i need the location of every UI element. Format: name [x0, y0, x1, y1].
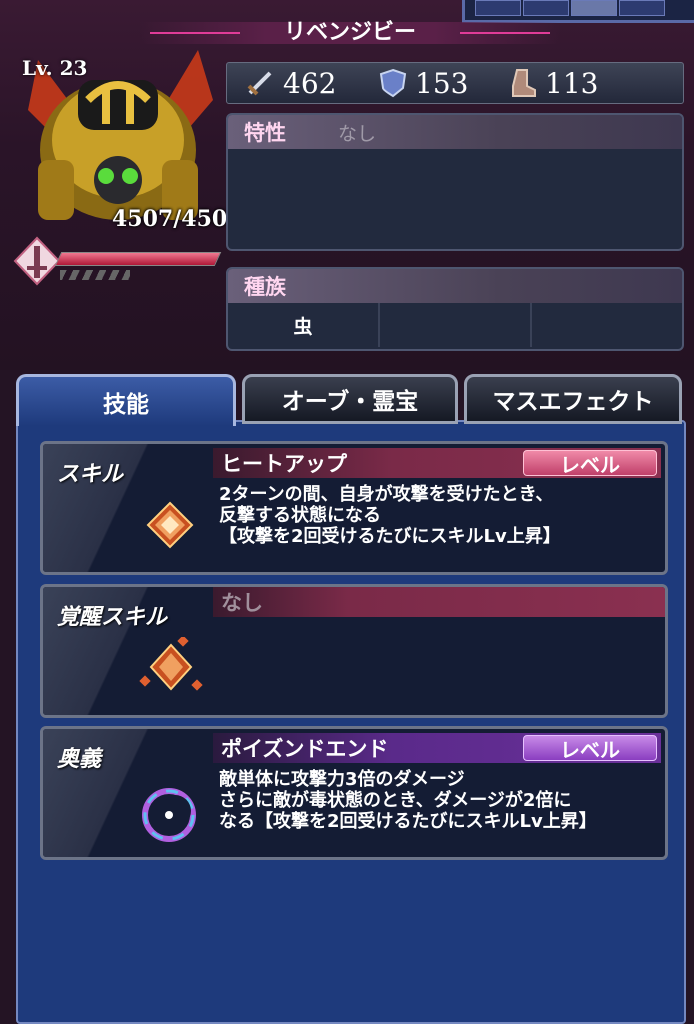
attack-value: 462	[283, 66, 337, 100]
trait-label: 特性	[244, 121, 286, 145]
sub-gauge	[60, 270, 130, 280]
shield-icon	[379, 68, 407, 98]
stats-bar: 462 153 113	[226, 62, 684, 104]
awaken-skill-name: なし	[213, 587, 665, 617]
sword-type-icon	[13, 236, 61, 286]
skill-name-text: ヒートアップ	[221, 452, 347, 476]
awaken-kind-label: 覚醒スキル	[57, 605, 168, 630]
monster-level: Lv. 23	[22, 56, 88, 80]
hp-bar	[54, 252, 222, 266]
top-menu-strip[interactable]	[462, 0, 694, 23]
skill-card[interactable]: スキル ヒートアップ レベル 2ターンの間、自身が攻撃を受けたとき、 反撃する状…	[40, 441, 668, 575]
hp-value: 4507/4507	[112, 206, 243, 232]
ultimate-kind-label: 奥義	[57, 747, 102, 772]
awaken-gem-icon	[139, 637, 203, 691]
skill-kind-label: スキル	[57, 462, 124, 487]
defense-stat: 153	[379, 66, 469, 100]
skill-description: 2ターンの間、自身が攻撃を受けたとき、 反撃する状態になる 【攻撃を2回受けるた…	[219, 484, 561, 547]
trait-value: なし	[338, 122, 377, 145]
moon-orb-icon	[142, 788, 196, 842]
trait-panel: 特性 なし	[226, 113, 684, 251]
awaken-skill-card[interactable]: 覚醒スキル なし	[40, 584, 668, 718]
race-label: 種族	[244, 275, 286, 299]
tab-mass-effect[interactable]: マスエフェクト	[464, 374, 682, 424]
awaken-skill-name-text: なし	[221, 591, 263, 615]
race-cell	[380, 303, 532, 347]
ultimate-description: 敵単体に攻撃力3倍のダメージ さらに敵が毒状態のとき、ダメージが2倍に なる【攻…	[219, 769, 597, 832]
ultimate-level-button[interactable]: レベル	[523, 735, 657, 762]
boot-icon	[512, 69, 536, 97]
skill-level-button[interactable]: レベル	[523, 450, 657, 477]
race-cell	[532, 303, 682, 347]
speed-value: 113	[545, 66, 599, 100]
ultimate-name-text: ポイズンドエンド	[221, 737, 389, 761]
race-panel: 種族 虫	[226, 267, 684, 351]
tab-orb-treasure[interactable]: オーブ・霊宝	[242, 374, 458, 424]
speed-stat: 113	[509, 66, 599, 100]
attack-stat: 462	[245, 66, 337, 100]
tab-skills[interactable]: 技能	[16, 374, 236, 426]
race-cell: 虫	[228, 303, 380, 347]
skill-gem-icon	[146, 501, 194, 549]
ultimate-skill-card[interactable]: 奥義 ポイズンドエンド レベル 敵単体に攻撃力3倍のダメージ さらに敵が毒状態の…	[40, 726, 668, 860]
sword-icon	[247, 71, 272, 96]
defense-value: 153	[415, 66, 469, 100]
